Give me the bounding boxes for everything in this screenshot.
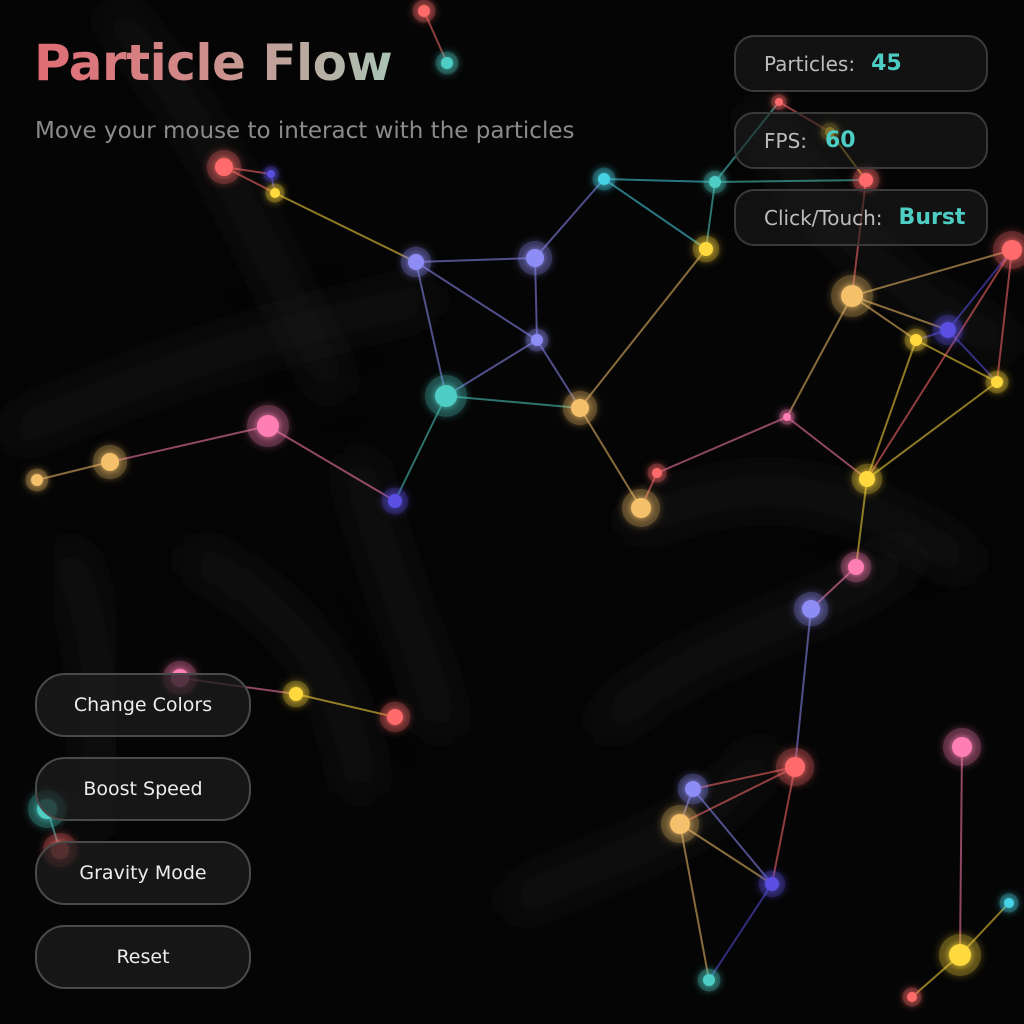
particle bbox=[859, 471, 875, 487]
fps-stat-label: FPS: bbox=[764, 128, 807, 153]
particle bbox=[631, 498, 651, 518]
particle-stage[interactable]: Particle Flow Move your mouse to interac… bbox=[0, 0, 1024, 1024]
motion-trail bbox=[183, 543, 377, 797]
particle bbox=[703, 974, 715, 986]
particle bbox=[952, 737, 972, 757]
gravity-mode-button[interactable]: Gravity Mode bbox=[35, 841, 251, 905]
reset-button[interactable]: Reset bbox=[35, 925, 251, 989]
particle bbox=[101, 453, 119, 471]
particle bbox=[652, 468, 662, 478]
particles-stat-value: 45 bbox=[871, 51, 902, 76]
particle bbox=[775, 98, 783, 106]
particle bbox=[848, 559, 864, 575]
motion-trail bbox=[3, 283, 437, 447]
particle bbox=[785, 757, 805, 777]
particle bbox=[257, 415, 279, 437]
particle bbox=[215, 158, 233, 176]
particle bbox=[699, 242, 713, 256]
particle bbox=[598, 173, 610, 185]
motion-trail bbox=[623, 473, 977, 577]
particle bbox=[907, 992, 917, 1002]
particle-link bbox=[267, 425, 396, 502]
particle bbox=[685, 781, 701, 797]
particle-link bbox=[708, 883, 773, 981]
particle-link bbox=[959, 746, 963, 956]
particle bbox=[270, 188, 280, 198]
motion-trail bbox=[593, 543, 917, 737]
particle-link bbox=[274, 192, 417, 263]
particle bbox=[289, 687, 303, 701]
fps-stat-value: 60 bbox=[825, 128, 856, 153]
particle bbox=[1004, 898, 1014, 908]
fps-stat: FPS: 60 bbox=[734, 112, 988, 169]
particle bbox=[670, 814, 690, 834]
particle-link bbox=[679, 823, 710, 981]
particle-link bbox=[656, 416, 788, 474]
change-colors-button[interactable]: Change Colors bbox=[35, 673, 251, 737]
particle-link bbox=[866, 381, 998, 480]
particle bbox=[949, 944, 971, 966]
particle bbox=[267, 170, 275, 178]
particle bbox=[441, 57, 453, 69]
click-mode-stat-value: Burst bbox=[898, 205, 966, 230]
particle bbox=[802, 600, 820, 618]
particle-link bbox=[866, 339, 917, 480]
particle bbox=[31, 474, 43, 486]
motion-trail bbox=[503, 743, 777, 917]
click-mode-stat: Click/Touch: Burst bbox=[734, 189, 988, 246]
particle-link bbox=[579, 248, 707, 409]
particle bbox=[435, 385, 457, 407]
particle bbox=[418, 5, 430, 17]
particle bbox=[709, 176, 721, 188]
particle bbox=[991, 376, 1003, 388]
particle bbox=[387, 709, 403, 725]
particle bbox=[859, 173, 873, 187]
particle bbox=[940, 322, 956, 338]
particle-link bbox=[415, 257, 536, 263]
particle-link bbox=[603, 178, 707, 250]
particle-link bbox=[109, 425, 269, 463]
boost-speed-button[interactable]: Boost Speed bbox=[35, 757, 251, 821]
particle bbox=[1002, 240, 1022, 260]
particles-stat-label: Particles: bbox=[764, 51, 856, 76]
page-subtitle: Move your mouse to interact with the par… bbox=[35, 118, 575, 144]
particle bbox=[531, 334, 543, 346]
particle bbox=[910, 334, 922, 346]
particle bbox=[783, 413, 791, 421]
particle-link bbox=[603, 178, 716, 183]
particles-stat: Particles: 45 bbox=[734, 35, 988, 92]
click-mode-stat-label: Click/Touch: bbox=[764, 205, 883, 230]
particle bbox=[388, 494, 402, 508]
particle-link bbox=[714, 179, 867, 183]
particle bbox=[765, 877, 779, 891]
page-title: Particle Flow bbox=[34, 34, 393, 92]
particle bbox=[571, 399, 589, 417]
particle bbox=[526, 249, 544, 267]
particle bbox=[841, 285, 863, 307]
particle bbox=[408, 254, 424, 270]
